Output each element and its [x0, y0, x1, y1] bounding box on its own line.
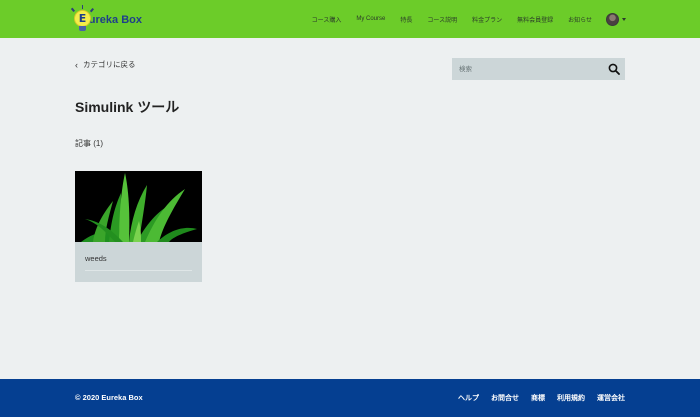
nav-pricing[interactable]: 料金プラン: [472, 15, 502, 24]
copyright: © 2020 Eureka Box: [75, 393, 143, 402]
weeds-image: [75, 171, 202, 242]
article-count: 記事 (1): [75, 139, 103, 148]
lightbulb-logo-icon: E: [70, 5, 94, 32]
back-link-label: カテゴリに戻る: [83, 60, 136, 69]
nav-course-description[interactable]: コース説明: [427, 15, 457, 24]
nav-my-course[interactable]: My Course: [356, 16, 385, 22]
page-title: Simulink ツール: [75, 99, 180, 115]
nav-course-purchase[interactable]: コース購入: [312, 15, 342, 24]
article-thumbnail[interactable]: [75, 171, 202, 242]
card-divider: [85, 270, 192, 271]
caret-down-icon[interactable]: [622, 17, 626, 21]
site-footer: © 2020 Eureka Box ヘルプ お問合せ 商標 利用規約 運営会社: [0, 379, 700, 417]
nav-free-signup[interactable]: 無料会員登録: [517, 15, 553, 24]
logo-text: ureka Box: [88, 14, 142, 26]
article-card[interactable]: weeds: [75, 171, 202, 282]
search-box: [452, 58, 625, 80]
back-to-category-link[interactable]: ‹ カテゴリに戻る: [75, 59, 136, 70]
footer-nav: ヘルプ お問合せ 商標 利用規約 運営会社: [446, 393, 625, 403]
footer-link-terms[interactable]: 利用規約: [557, 393, 585, 403]
nav-news[interactable]: お知らせ: [568, 15, 592, 24]
site-logo[interactable]: E ureka Box: [70, 5, 142, 34]
avatar[interactable]: [606, 12, 619, 26]
footer-link-trademark[interactable]: 商標: [531, 393, 545, 403]
user-menu[interactable]: [606, 12, 626, 26]
logo-letter: E: [74, 10, 91, 27]
footer-link-help[interactable]: ヘルプ: [458, 393, 479, 403]
search-icon[interactable]: [608, 63, 620, 75]
nav-features[interactable]: 特長: [400, 15, 412, 24]
footer-link-company[interactable]: 運営会社: [597, 393, 625, 403]
main-nav: コース購入 My Course 特長 コース説明 料金プラン 無料会員登録 お知…: [297, 0, 626, 38]
search-input[interactable]: [452, 58, 602, 80]
article-title[interactable]: weeds: [85, 254, 107, 263]
footer-link-contact[interactable]: お問合せ: [491, 393, 519, 403]
site-header: E ureka Box コース購入 My Course 特長 コース説明 料金プ…: [0, 0, 700, 38]
chevron-left-icon: ‹: [75, 59, 78, 70]
